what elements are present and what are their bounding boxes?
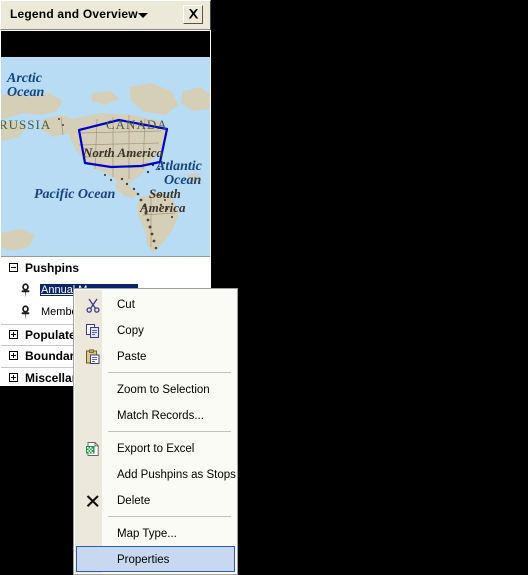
paste-icon xyxy=(85,349,101,365)
panel-blank-band xyxy=(1,31,210,57)
legend-group-label: Pushpins xyxy=(25,261,80,275)
copy-icon xyxy=(85,323,101,339)
panel-title-bar: Legend and Overview xyxy=(0,0,211,30)
menu-item-add-pushpins-as-stops[interactable]: Add Pushpins as Stops xyxy=(76,461,236,487)
menu-item-copy[interactable]: Copy xyxy=(76,317,235,343)
menu-separator xyxy=(108,372,231,373)
menu-item-label: Export to Excel xyxy=(117,443,195,455)
minus-box-icon[interactable] xyxy=(9,263,18,272)
menu-item-paste[interactable]: Paste xyxy=(76,343,235,369)
close-button[interactable] xyxy=(183,5,203,24)
overview-map[interactable]: Arctic Ocean RUSSIA CANADA North America… xyxy=(1,57,210,257)
menu-item-cut[interactable]: Cut xyxy=(76,291,235,317)
menu-item-label: Match Records... xyxy=(117,410,204,422)
menu-item-label: Delete xyxy=(117,495,151,507)
pushpin-icon xyxy=(20,283,31,301)
legend-group-label: Miscellan xyxy=(25,371,80,385)
excel-icon xyxy=(85,441,101,457)
legend-group-pushpins[interactable]: Pushpins xyxy=(1,258,210,280)
plus-box-icon[interactable] xyxy=(9,330,18,339)
menu-item-export-to-excel[interactable]: Export to Excel xyxy=(76,435,235,461)
menu-item-zoom-to-selection[interactable]: Zoom to Selection xyxy=(76,376,235,402)
menu-item-properties[interactable]: Properties xyxy=(76,546,235,572)
pushpin-icon xyxy=(20,305,31,323)
close-icon xyxy=(188,9,198,19)
menu-item-match-records[interactable]: Match Records... xyxy=(76,402,235,428)
menu-item-label: Copy xyxy=(117,325,144,337)
context-menu[interactable]: Cut Copy Paste Zoom to Selection Match R… xyxy=(73,288,238,575)
menu-separator xyxy=(108,431,231,432)
menu-separator xyxy=(108,516,231,517)
world-map-graphic xyxy=(1,57,210,256)
menu-item-label: Paste xyxy=(117,351,147,363)
scissors-icon xyxy=(85,297,101,313)
menu-item-label: Cut xyxy=(117,299,135,311)
delete-x-icon xyxy=(85,493,101,509)
menu-item-map-type[interactable]: Map Type... xyxy=(76,520,235,546)
plus-box-icon[interactable] xyxy=(9,351,18,360)
page-title: Legend and Overview xyxy=(10,7,138,21)
menu-item-label: Zoom to Selection xyxy=(117,384,210,396)
chevron-down-icon[interactable] xyxy=(138,13,148,18)
menu-item-label: Map Type... xyxy=(117,528,177,540)
menu-item-label: Add Pushpins as Stops xyxy=(117,469,236,481)
plus-box-icon[interactable] xyxy=(9,373,18,382)
menu-item-delete[interactable]: Delete xyxy=(76,487,235,513)
menu-item-label: Properties xyxy=(117,554,170,566)
